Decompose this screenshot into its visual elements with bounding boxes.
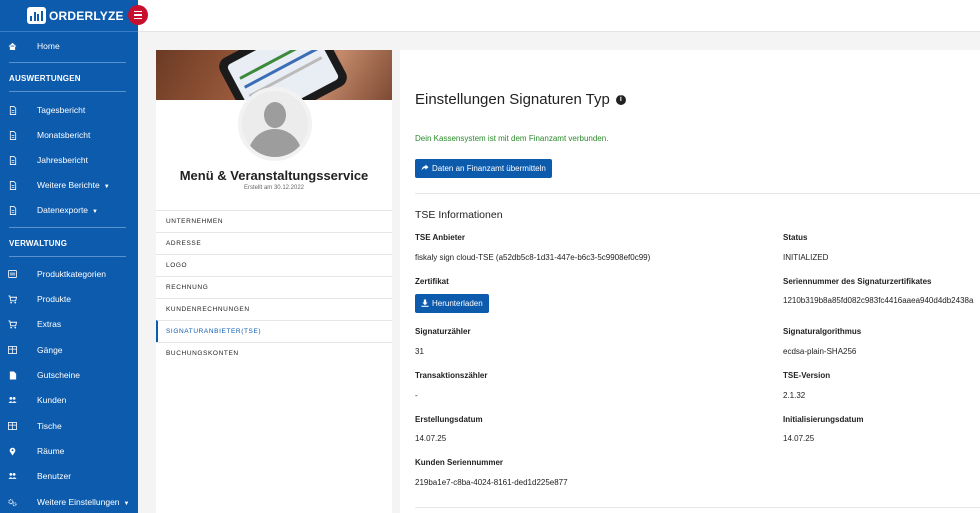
hamburger-icon bbox=[134, 10, 142, 13]
map-marker-icon bbox=[8, 447, 17, 456]
sidebar-divider bbox=[9, 227, 126, 228]
profile-card: Menü & Veranstaltungsservice Erstellt am… bbox=[156, 50, 392, 513]
initialization-date-value: 14.07.25 bbox=[783, 434, 815, 443]
sidebar-item-home[interactable]: Home bbox=[0, 35, 138, 57]
info-icon[interactable]: i bbox=[615, 94, 626, 105]
transaction-counter-label: Transaktionszähler bbox=[415, 371, 488, 380]
download-certificate-button[interactable]: Herunterladen bbox=[415, 294, 489, 313]
sidebar-item-produkte[interactable]: Produkte bbox=[0, 288, 138, 310]
sidebar-item-jahresbericht[interactable]: Jahresbericht bbox=[0, 149, 138, 171]
grid-icon bbox=[8, 422, 17, 431]
profile-nav-logo[interactable]: LOGO bbox=[156, 254, 392, 276]
sidebar: ORDERLYZE Home AUSWERTUNGEN Tagesbericht… bbox=[0, 0, 138, 513]
sidebar-item-gaenge[interactable]: Gänge bbox=[0, 339, 138, 361]
sidebar-item-tagesbericht[interactable]: Tagesbericht bbox=[0, 99, 138, 121]
company-name: Menü & Veranstaltungsservice bbox=[179, 168, 369, 183]
profile-nav-kundenrechnungen[interactable]: KUNDENRECHNUNGEN bbox=[156, 298, 392, 320]
cert-serial-value: 1210b319b8a85fd082c983fc4416aaea940d4db2… bbox=[783, 296, 974, 305]
home-icon bbox=[8, 42, 17, 51]
creation-date-label: Erstellungsdatum bbox=[415, 415, 483, 424]
customer-serial-label: Kunden Seriennummer bbox=[415, 458, 504, 467]
avatar[interactable] bbox=[238, 87, 312, 161]
profile-nav: UNTERNEHMEN ADRESSE LOGO RECHNUNG KUNDEN… bbox=[156, 210, 392, 364]
profile-nav-unternehmen[interactable]: UNTERNEHMEN bbox=[156, 210, 392, 232]
signature-algorithm-label: Signaturalgorithmus bbox=[783, 327, 862, 336]
sidebar-item-gutscheine[interactable]: Gutscheine bbox=[0, 364, 138, 386]
sidebar-item-raeume[interactable]: Räume bbox=[0, 440, 138, 462]
divider bbox=[415, 507, 980, 508]
connection-status-message: Dein Kassensystem ist mit dem Finanzamt … bbox=[415, 134, 609, 143]
sidebar-divider bbox=[9, 256, 126, 257]
file-icon bbox=[8, 105, 17, 115]
tse-provider-value: fiskaly sign cloud-TSE (a52db5c8-1d31-44… bbox=[415, 253, 651, 262]
sidebar-divider bbox=[9, 62, 126, 63]
document-icon bbox=[8, 370, 17, 380]
submit-to-tax-office-button[interactable]: Daten an Finanzamt übermitteln bbox=[415, 159, 552, 178]
page-title: Einstellungen Signaturen Typ i bbox=[415, 91, 626, 108]
sidebar-item-produktkategorien[interactable]: Produktkategorien bbox=[0, 263, 138, 285]
sidebar-item-monatsbericht[interactable]: Monatsbericht bbox=[0, 124, 138, 146]
users-icon bbox=[8, 472, 17, 481]
caret-down-icon: ▼ bbox=[92, 209, 98, 215]
users-icon bbox=[8, 396, 17, 405]
tse-version-value: 2.1.32 bbox=[783, 391, 806, 400]
status-value: INITIALIZED bbox=[783, 253, 829, 262]
file-icon bbox=[8, 155, 17, 165]
initialization-date-label: Initialisierungsdatum bbox=[783, 415, 864, 424]
file-icon bbox=[8, 205, 17, 215]
caret-down-icon: ▼ bbox=[103, 184, 110, 190]
brand[interactable]: ORDERLYZE bbox=[0, 0, 138, 32]
share-icon bbox=[421, 164, 429, 173]
creation-date-value: 14.07.25 bbox=[415, 434, 447, 443]
signature-counter-value: 31 bbox=[415, 347, 424, 356]
profile-nav-adresse[interactable]: ADRESSE bbox=[156, 232, 392, 254]
menu-toggle-button[interactable] bbox=[128, 5, 148, 25]
sidebar-item-tische[interactable]: Tische bbox=[0, 415, 138, 437]
sidebar-item-weitere-berichte[interactable]: Weitere Berichte ▼ bbox=[0, 174, 138, 196]
customer-serial-value: 219ba1e7-c8ba-4024-8161-ded1d225e877 bbox=[415, 478, 568, 487]
divider bbox=[415, 193, 980, 194]
profile-nav-rechnung[interactable]: RECHNUNG bbox=[156, 276, 392, 298]
signature-algorithm-value: ecdsa-plain-SHA256 bbox=[783, 347, 857, 356]
main-panel: Einstellungen Signaturen Typ i Dein Kass… bbox=[400, 50, 980, 513]
caret-down-icon: ▼ bbox=[123, 501, 130, 507]
file-icon bbox=[8, 130, 17, 140]
sidebar-item-benutzer[interactable]: Benutzer bbox=[0, 465, 138, 487]
signature-counter-label: Signaturzähler bbox=[415, 327, 471, 336]
certificate-label: Zertifikat bbox=[415, 277, 449, 286]
logo-icon bbox=[27, 7, 46, 24]
status-label: Status bbox=[783, 233, 808, 242]
section-title-reports: AUSWERTUNGEN bbox=[9, 74, 81, 83]
cert-serial-label: Seriennummer des Signaturzertifikates bbox=[783, 277, 932, 286]
company-created-date: Erstellt am 30.12.2022 bbox=[243, 185, 305, 191]
list-icon bbox=[8, 270, 17, 279]
transaction-counter-value: - bbox=[415, 391, 418, 400]
file-icon bbox=[8, 180, 17, 190]
sidebar-item-weitere-einstellungen[interactable]: Weitere Einstellungen ▼ bbox=[0, 491, 138, 513]
sidebar-item-datenexporte[interactable]: Datenexporte ▼ bbox=[0, 199, 138, 221]
download-icon bbox=[421, 298, 429, 309]
topbar bbox=[138, 0, 980, 32]
section-title-admin: VERWALTUNG bbox=[9, 239, 68, 248]
cart-plus-icon bbox=[8, 319, 17, 329]
brand-name: ORDERLYZE bbox=[49, 8, 124, 23]
sidebar-item-extras[interactable]: Extras bbox=[0, 313, 138, 335]
tse-provider-label: TSE Anbieter bbox=[415, 233, 465, 242]
sidebar-item-kunden[interactable]: Kunden bbox=[0, 389, 138, 411]
profile-nav-signaturanbieter[interactable]: SIGNATURANBIETER(TSE) bbox=[156, 320, 392, 342]
tse-info-title: TSE Informationen bbox=[415, 209, 503, 221]
cart-icon bbox=[8, 294, 17, 304]
table-icon bbox=[8, 346, 17, 355]
profile-nav-buchungskonten[interactable]: BUCHUNGSKONTEN bbox=[156, 342, 392, 364]
gears-icon bbox=[8, 498, 17, 507]
tse-version-label: TSE-Version bbox=[783, 371, 831, 380]
sidebar-divider bbox=[9, 91, 126, 92]
